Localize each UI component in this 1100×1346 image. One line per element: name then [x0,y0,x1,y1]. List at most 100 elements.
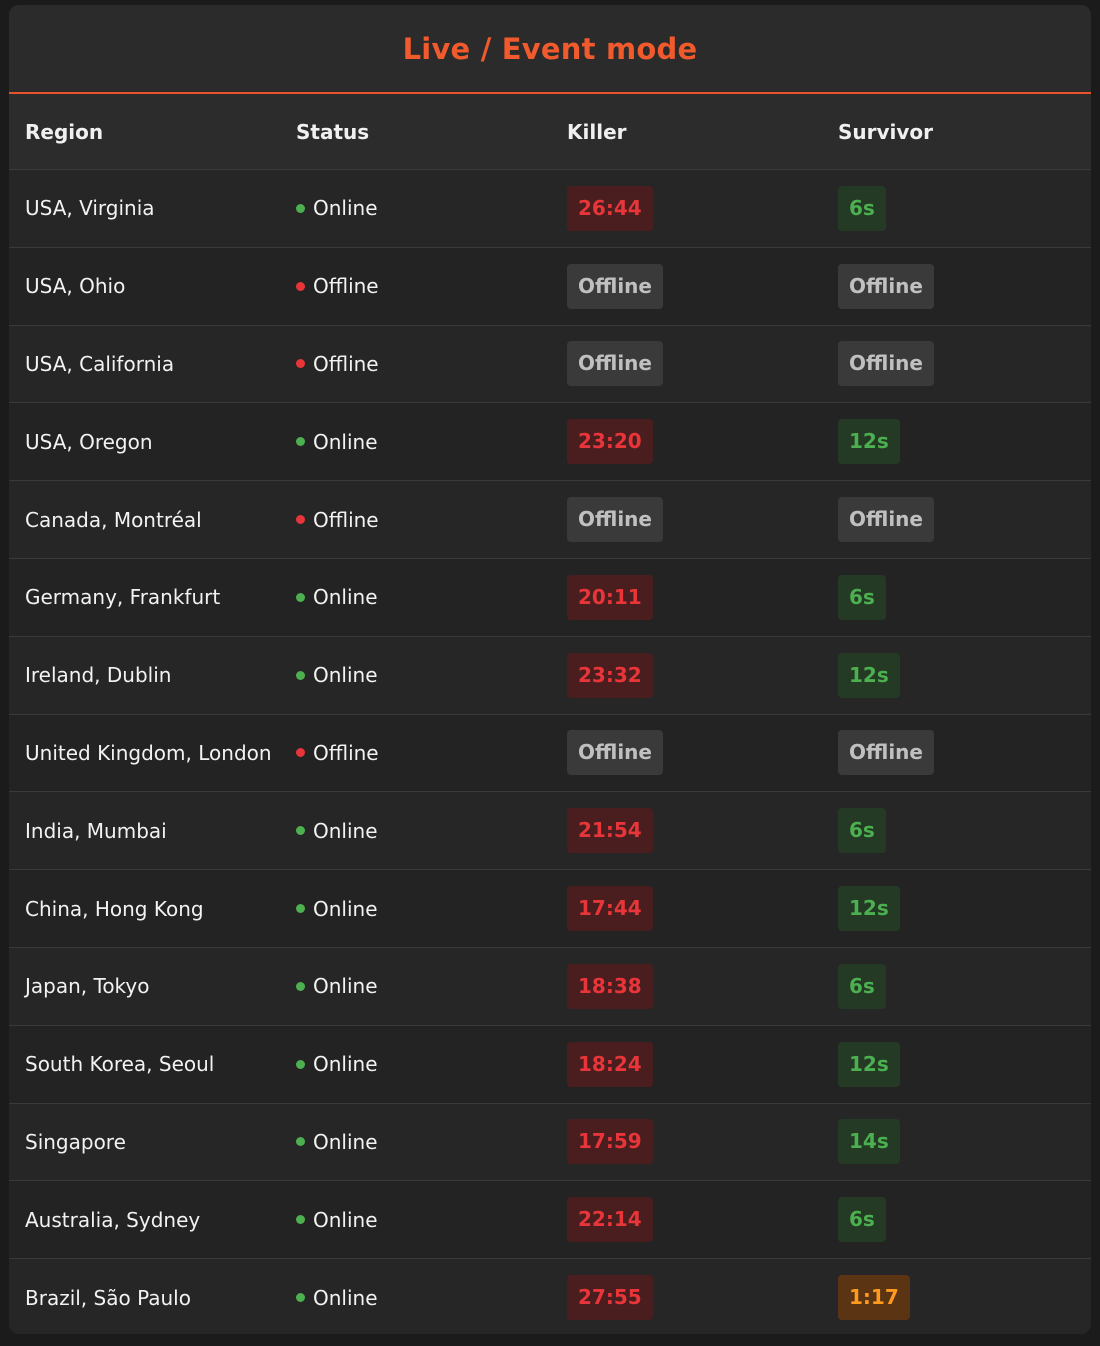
region-cell: Australia, Sydney [9,1208,280,1232]
title-bar: Live / Event mode [9,5,1091,94]
status-label: Offline [313,507,379,532]
killer-queue-badge: Offline [567,263,663,309]
region-name: Australia, Sydney [25,1207,201,1232]
queue-times-panel: Live / Event mode Region Status Killer S… [9,5,1091,1334]
killer-cell: 26:44 [551,185,822,231]
offline-dot-icon [296,515,305,525]
status-indicator: Online [296,430,551,454]
online-dot-icon [296,670,305,680]
status-label: Online [313,1285,378,1310]
survivor-queue-badge: Offline [838,263,934,309]
killer-cell: 27:55 [551,1275,822,1321]
survivor-cell: 6s [822,808,1091,854]
region-name: USA, Ohio [25,274,126,299]
region-cell: Brazil, São Paulo [9,1286,280,1310]
status-label: Online [313,818,378,843]
table-row: USA, California Offline Offline Offline [9,324,1091,403]
status-indicator: Online [296,1052,551,1076]
region-name: Brazil, São Paulo [25,1285,191,1310]
survivor-cell: Offline [822,263,1091,309]
table-row: Ireland, Dublin Online 23:32 12s [9,635,1091,714]
status-label: Online [313,896,378,921]
online-dot-icon [296,1293,305,1303]
killer-queue-badge: 17:44 [567,886,653,932]
table-row: USA, Ohio Offline Offline Offline [9,246,1091,325]
killer-cell: 23:32 [551,652,822,698]
killer-cell: Offline [551,497,822,543]
status-label: Offline [313,351,379,376]
status-cell: Online [280,897,551,921]
online-dot-icon [296,1215,305,1225]
survivor-queue-badge: 1:17 [838,1275,910,1321]
offline-dot-icon [296,748,305,758]
killer-cell: 23:20 [551,419,822,465]
survivor-cell: 6s [822,1197,1091,1243]
killer-cell: 20:11 [551,574,822,620]
killer-cell: Offline [551,730,822,776]
table-row: India, Mumbai Online 21:54 6s [9,791,1091,870]
region-cell: Canada, Montréal [9,508,280,532]
survivor-queue-badge: 12s [838,419,900,465]
survivor-queue-badge: 6s [838,963,886,1009]
status-label: Online [313,585,378,610]
region-name: South Korea, Seoul [25,1052,215,1077]
status-cell: Online [280,663,551,687]
survivor-queue-badge: 6s [838,185,886,231]
survivor-queue-badge: 14s [838,1119,900,1165]
status-cell: Online [280,1208,551,1232]
status-cell: Online [280,1130,551,1154]
killer-queue-badge: 27:55 [567,1275,653,1321]
status-indicator: Offline [296,274,551,298]
killer-cell: 21:54 [551,808,822,854]
region-cell: United Kingdom, London [9,741,280,765]
killer-queue-badge: Offline [567,730,663,776]
table-row: South Korea, Seoul Online 18:24 12s [9,1024,1091,1103]
killer-queue-badge: Offline [567,341,663,387]
region-name: Singapore [25,1129,126,1154]
killer-queue-badge: 21:54 [567,808,653,854]
online-dot-icon [296,203,305,213]
table-row: Brazil, São Paulo Online 27:55 1:17 [9,1258,1091,1334]
region-cell: USA, Oregon [9,430,280,454]
survivor-cell: 12s [822,419,1091,465]
online-dot-icon [296,592,305,602]
survivor-queue-badge: Offline [838,497,934,543]
region-cell: USA, Virginia [9,196,280,220]
online-dot-icon [296,437,305,447]
region-name: China, Hong Kong [25,896,204,921]
status-label: Online [313,196,378,221]
table-body: USA, Virginia Online 26:44 6s USA, Ohio Offli… [9,169,1091,1334]
killer-queue-badge: 17:59 [567,1119,653,1165]
region-name: USA, California [25,351,175,376]
killer-cell: Offline [551,263,822,309]
status-cell: Online [280,974,551,998]
header-region: Region [25,119,104,144]
region-cell: USA, California [9,352,280,376]
region-cell: South Korea, Seoul [9,1052,280,1076]
region-name: United Kingdom, London [25,740,272,765]
offline-dot-icon [296,281,305,291]
table-row: Germany, Frankfurt Online 20:11 6s [9,557,1091,636]
killer-queue-badge: 22:14 [567,1197,653,1243]
status-label: Online [313,1207,378,1232]
online-dot-icon [296,1059,305,1069]
status-indicator: Online [296,1208,551,1232]
status-label: Online [313,974,378,999]
region-name: Ireland, Dublin [25,663,172,688]
survivor-cell: 6s [822,574,1091,620]
region-name: Canada, Montréal [25,507,202,532]
survivor-cell: 12s [822,886,1091,932]
killer-cell: Offline [551,341,822,387]
survivor-queue-badge: 12s [838,886,900,932]
killer-queue-badge: 23:20 [567,419,653,465]
survivor-cell: 6s [822,963,1091,1009]
survivor-cell: 14s [822,1119,1091,1165]
status-indicator: Online [296,974,551,998]
survivor-cell: 12s [822,1041,1091,1087]
status-label: Online [313,1052,378,1077]
survivor-queue-badge: Offline [838,730,934,776]
status-cell: Online [280,196,551,220]
table-row: USA, Virginia Online 26:44 6s [9,169,1091,247]
killer-cell: 17:59 [551,1119,822,1165]
table-row: Japan, Tokyo Online 18:38 6s [9,946,1091,1025]
